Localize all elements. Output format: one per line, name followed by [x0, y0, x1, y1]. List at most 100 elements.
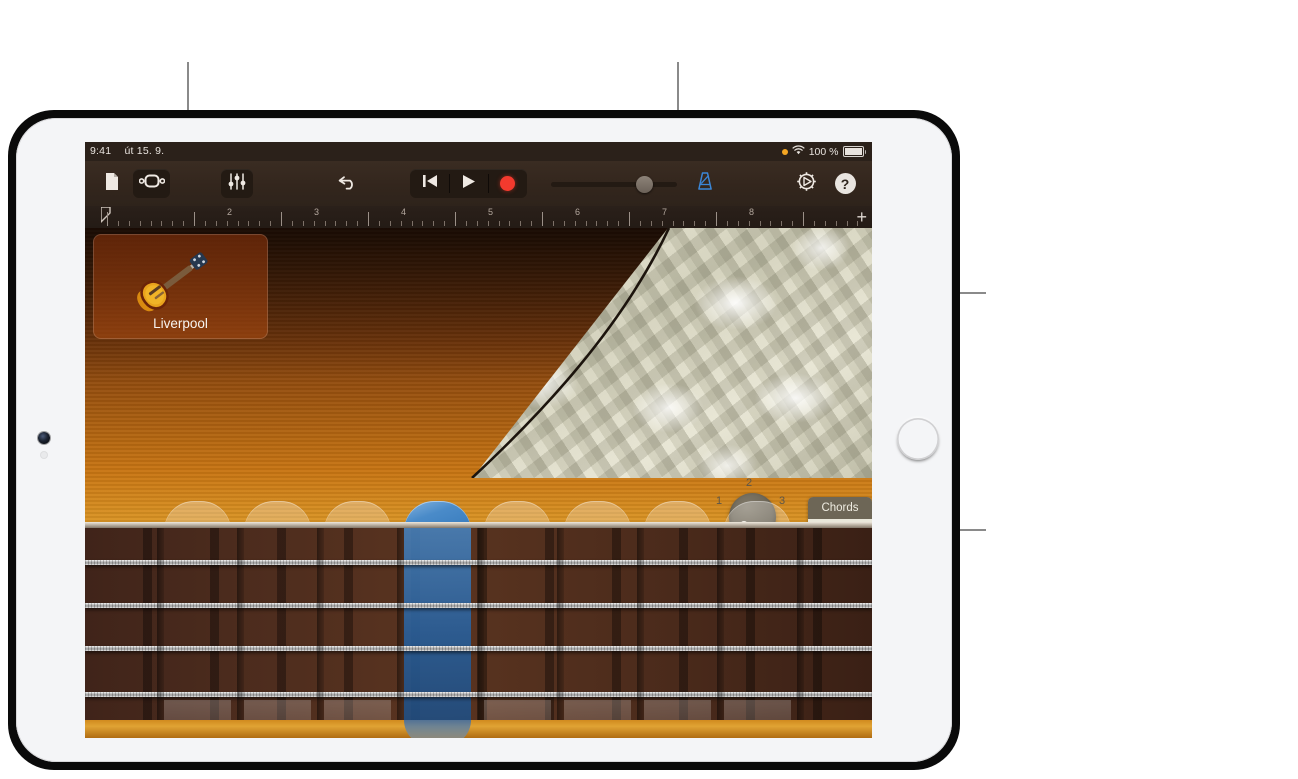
ruler-tick — [313, 221, 315, 226]
autoplay-position-2: 2 — [746, 477, 753, 489]
lower-body-wood — [85, 720, 872, 738]
ruler-tick — [237, 221, 239, 226]
ruler-tick — [455, 212, 456, 226]
mixer-sliders-icon — [228, 172, 246, 195]
ruler-tick — [128, 221, 130, 226]
wifi-icon — [792, 145, 805, 158]
fret-divider — [717, 528, 724, 720]
ruler-tick — [726, 221, 728, 226]
metronome-icon — [695, 171, 715, 196]
ruler-tick — [498, 221, 500, 226]
ruler-tick — [139, 221, 141, 226]
ruler-tick — [607, 221, 609, 226]
ruler-number: 3 — [314, 207, 320, 217]
master-volume-slider[interactable] — [551, 182, 677, 187]
ruler-tick — [672, 221, 674, 226]
play-button[interactable] — [449, 169, 488, 198]
loop-browser-icon — [138, 174, 165, 193]
ruler-tick — [259, 221, 261, 226]
instrument-body: Liverpool 1 2 3 4 OFF Autoplay Chords Tó… — [85, 228, 872, 738]
home-button[interactable] — [897, 418, 939, 460]
fretboard[interactable] — [85, 528, 872, 738]
ruler-tick — [683, 221, 685, 226]
app-screen: 9:41 út 15. 9. 100 % ? 2 3 4 5 6 7 8 + L… — [85, 142, 872, 738]
ruler-tick — [411, 221, 413, 226]
ruler-tick — [509, 221, 511, 226]
front-camera-icon — [38, 432, 50, 444]
ruler-tick — [422, 221, 424, 226]
ruler-tick — [574, 221, 576, 226]
battery-icon — [842, 146, 866, 157]
undo-icon — [338, 173, 359, 195]
ruler-tick — [368, 212, 369, 226]
record-icon — [500, 176, 515, 191]
timeline-ruler[interactable]: 1 2 3 4 5 6 7 8 + — [85, 206, 872, 229]
ruler-tick — [650, 221, 652, 226]
track-header-liverpool[interactable]: Liverpool — [93, 234, 268, 339]
ruler-tick — [270, 221, 272, 226]
ruler-tick — [792, 221, 794, 226]
ruler-tick — [183, 221, 185, 226]
document-browser-button[interactable] — [97, 169, 126, 198]
undo-button[interactable] — [334, 169, 362, 198]
ruler-tick — [531, 221, 533, 226]
rewind-button[interactable] — [410, 169, 449, 198]
fret-divider — [157, 528, 164, 720]
fret-divider — [797, 528, 804, 720]
ruler-tick — [215, 221, 217, 226]
ruler-tick — [107, 212, 108, 226]
ruler-tick — [759, 221, 761, 226]
ruler-tick — [172, 221, 174, 226]
ruler-tick — [389, 221, 391, 226]
ruler-tick — [639, 221, 641, 226]
help-button[interactable]: ? — [831, 169, 859, 198]
status-bar-right: 100 % — [781, 145, 866, 158]
ruler-tick — [824, 221, 826, 226]
ruler-tick — [748, 221, 750, 226]
ruler-tick — [781, 221, 783, 226]
ruler-tick — [291, 221, 293, 226]
metronome-button[interactable] — [691, 169, 719, 198]
violin-bass-icon — [129, 244, 234, 316]
play-icon — [462, 174, 476, 194]
ruler-number: 7 — [662, 207, 668, 217]
ruler-tick — [520, 221, 522, 226]
gear-icon — [796, 171, 817, 197]
ruler-tick — [357, 221, 359, 226]
ruler-tick — [552, 221, 554, 226]
help-icon: ? — [834, 173, 856, 194]
ruler-number: 6 — [575, 207, 581, 217]
settings-button[interactable] — [792, 169, 820, 198]
loop-browser-button[interactable] — [133, 169, 170, 198]
ruler-tick — [596, 221, 598, 226]
master-volume-knob[interactable] — [636, 176, 653, 193]
ruler-number: 5 — [488, 207, 494, 217]
ruler-tick — [705, 221, 707, 226]
fret-divider — [237, 528, 244, 720]
rewind-icon — [422, 174, 438, 193]
ruler-tick — [281, 212, 282, 226]
ruler-tick — [335, 221, 337, 226]
recording-indicator-icon — [781, 148, 788, 155]
ruler-tick — [737, 221, 739, 226]
ruler-tick — [465, 221, 467, 226]
ruler-tick — [346, 221, 348, 226]
toolbar: ? — [85, 161, 872, 207]
ruler-tick — [150, 221, 152, 226]
record-button[interactable] — [488, 169, 527, 198]
ruler-tick — [857, 221, 859, 226]
ruler-tick — [618, 221, 620, 226]
ruler-tick — [444, 221, 446, 226]
ruler-tick — [476, 221, 478, 226]
ruler-tick — [813, 221, 815, 226]
ruler-tick — [487, 221, 489, 226]
ruler-tick — [248, 221, 250, 226]
ruler-tick — [542, 212, 543, 226]
ruler-tick — [400, 221, 402, 226]
status-time: 9:41 — [90, 145, 112, 157]
ruler-tick — [563, 221, 565, 226]
track-controls-button[interactable] — [221, 169, 253, 198]
ruler-tick — [770, 221, 772, 226]
ruler-tick — [194, 212, 195, 226]
fret-divider — [397, 528, 404, 720]
